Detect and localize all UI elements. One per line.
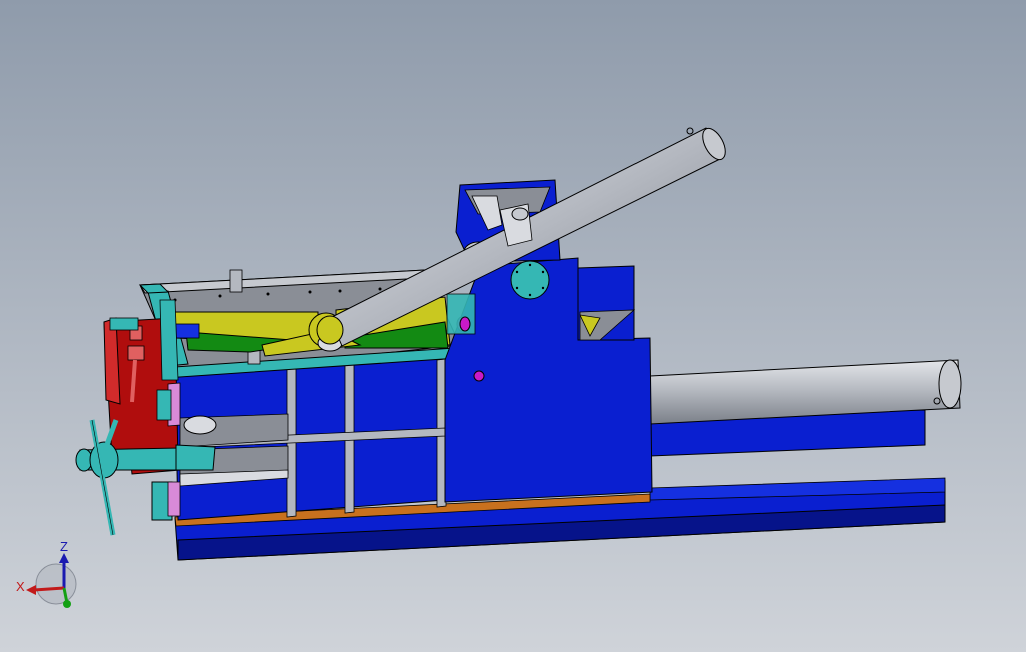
z-axis-label: Z (60, 539, 68, 554)
model-canvas[interactable] (0, 0, 1026, 652)
x-axis-line (33, 586, 65, 592)
y-axis-tip (63, 600, 71, 608)
cad-viewport[interactable]: Z X (0, 0, 1026, 652)
main-press-cylinder[interactable] (649, 359, 962, 457)
x-axis-label: X (16, 579, 25, 594)
compression-chamber[interactable] (174, 356, 447, 521)
